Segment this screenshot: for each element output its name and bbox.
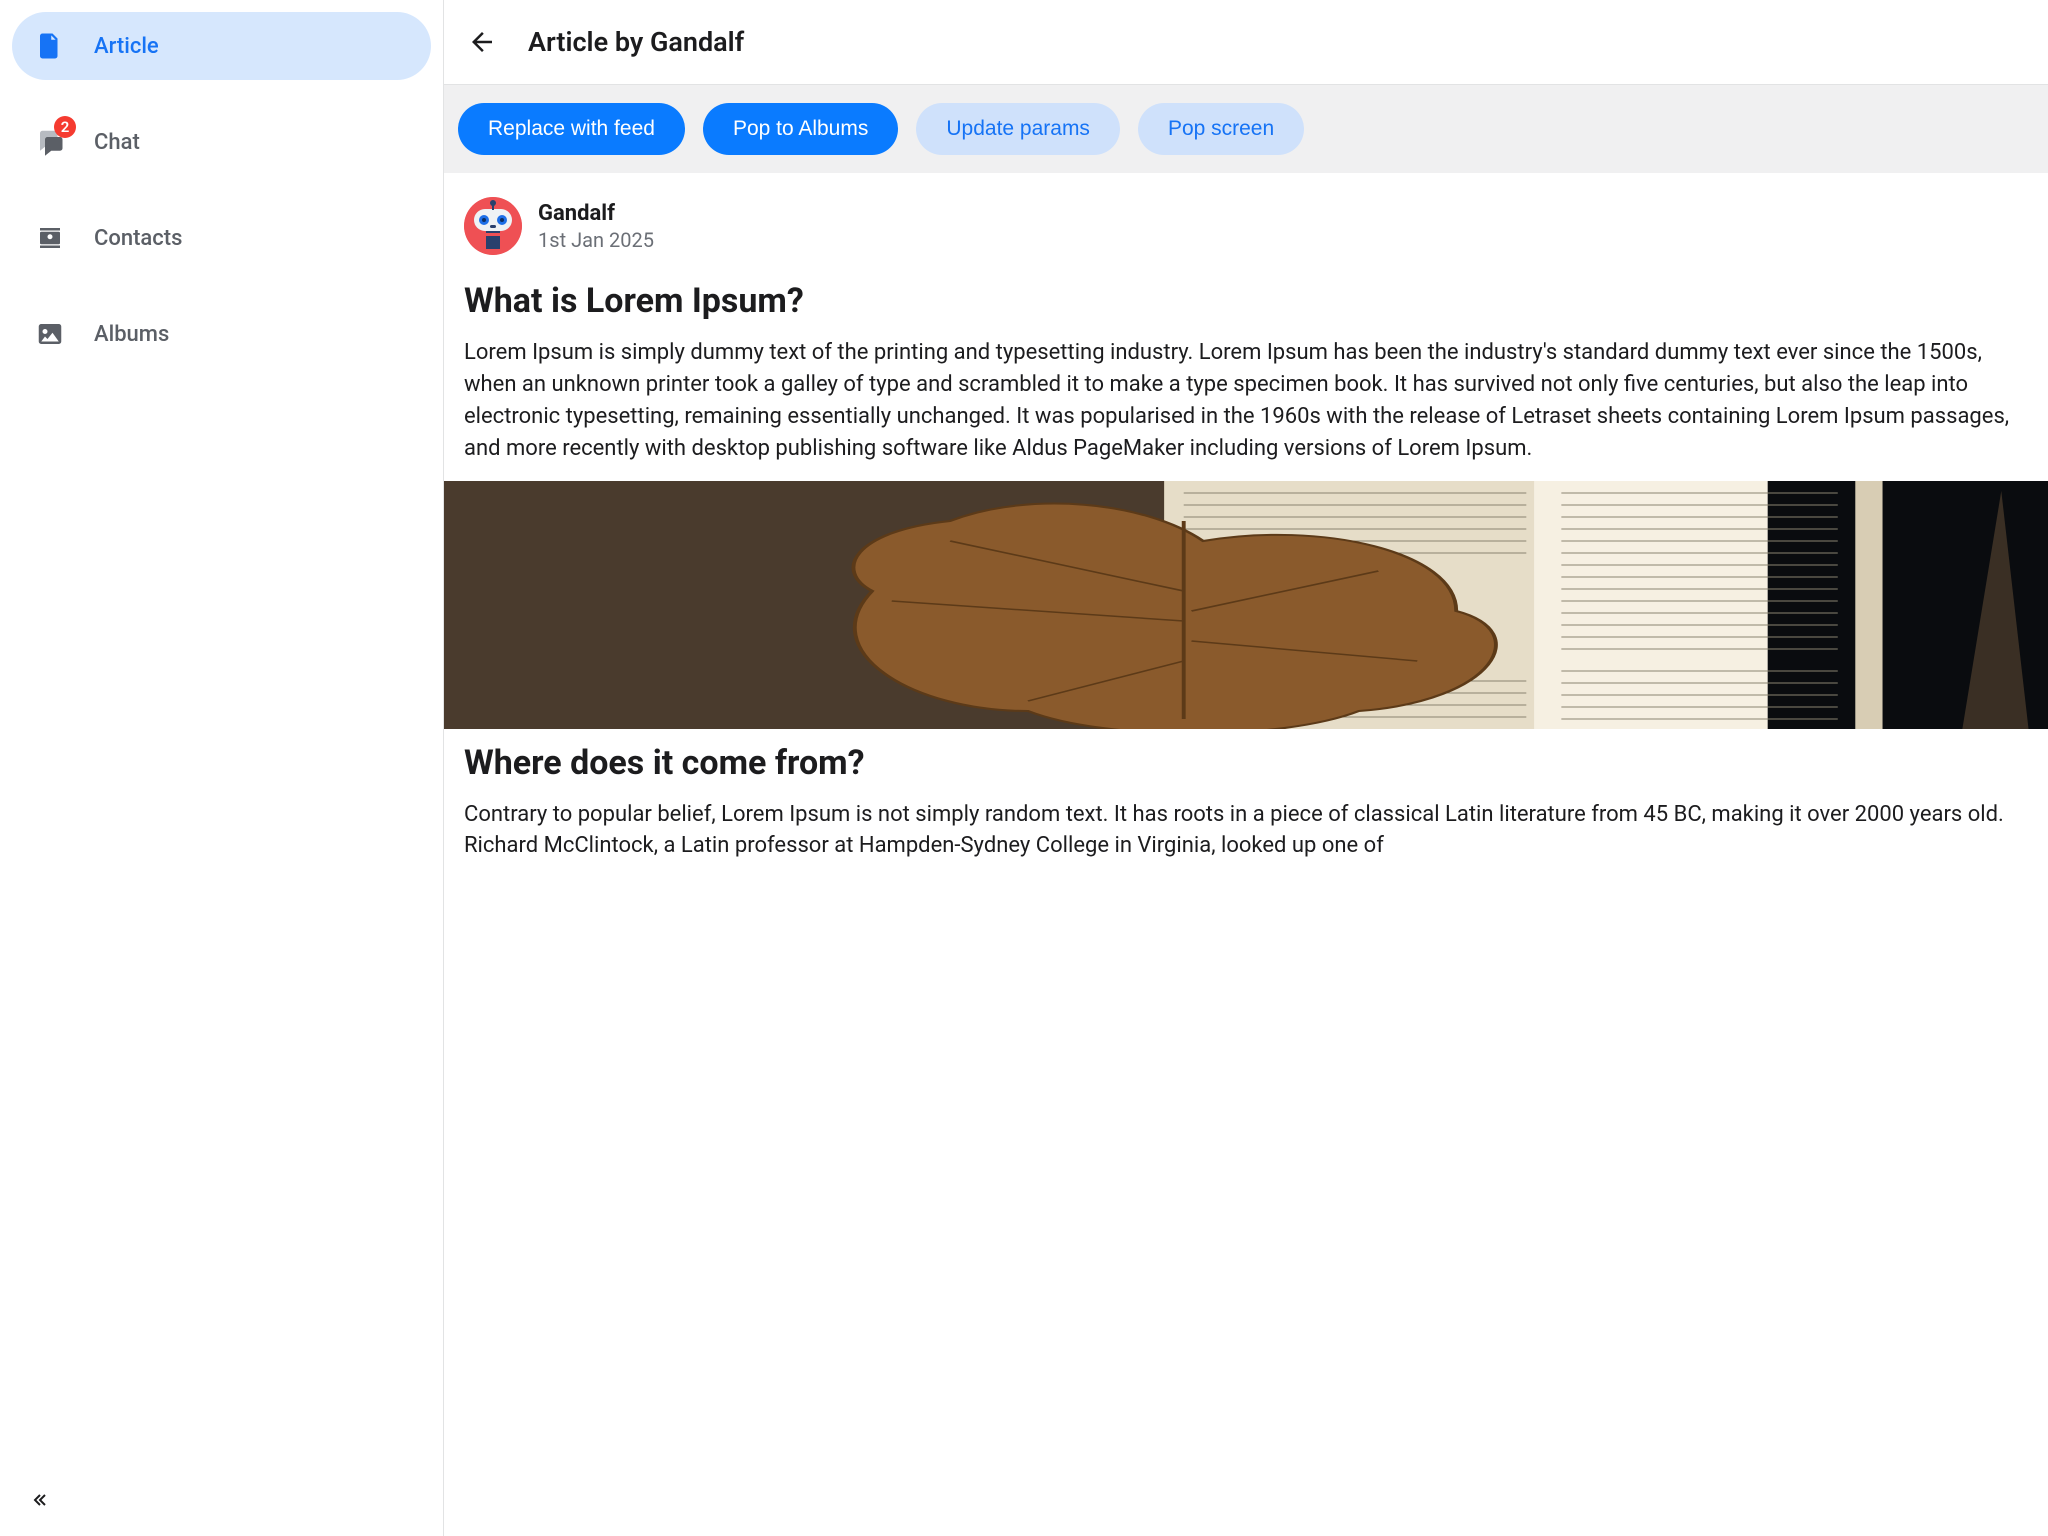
pop-to-albums-button[interactable]: Pop to Albums	[703, 103, 898, 155]
page-title: Article by Gandalf	[528, 26, 744, 58]
chat-badge: 2	[54, 116, 76, 138]
author-name: Gandalf	[538, 201, 654, 226]
sidebar-item-label: Article	[94, 34, 159, 59]
sidebar-item-label: Chat	[94, 130, 140, 155]
sidebar-items: Article 2 Chat Contacts Albums	[12, 12, 431, 368]
section-body: Contrary to popular belief, Lorem Ipsum …	[444, 793, 2048, 879]
sidebar-item-label: Albums	[94, 322, 169, 347]
chat-icon: 2	[34, 126, 66, 158]
section-heading: What is Lorem Ipsum?	[444, 267, 2048, 331]
section-heading: Where does it come from?	[444, 729, 2048, 793]
author-avatar	[464, 197, 522, 255]
pop-screen-button[interactable]: Pop screen	[1138, 103, 1304, 155]
section-body: Lorem Ipsum is simply dummy text of the …	[444, 331, 2048, 481]
sidebar-item-chat[interactable]: 2 Chat	[12, 108, 431, 176]
topbar: Article by Gandalf	[444, 0, 2048, 85]
contact-icon	[34, 222, 66, 254]
article-scroll[interactable]: Gandalf 1st Jan 2025 What is Lorem Ipsum…	[444, 173, 2048, 1536]
author-date: 1st Jan 2025	[538, 228, 654, 252]
document-icon	[34, 30, 66, 62]
article-image	[444, 481, 2048, 729]
sidebar-item-contacts[interactable]: Contacts	[12, 204, 431, 272]
replace-with-feed-button[interactable]: Replace with feed	[458, 103, 685, 155]
sidebar-item-article[interactable]: Article	[12, 12, 431, 80]
main: Article by Gandalf Replace with feed Pop…	[444, 0, 2048, 1536]
toolbar: Replace with feed Pop to Albums Update p…	[444, 85, 2048, 173]
author-meta: Gandalf 1st Jan 2025	[538, 201, 654, 252]
update-params-button[interactable]: Update params	[916, 103, 1120, 155]
image-icon	[34, 318, 66, 350]
author-row: Gandalf 1st Jan 2025	[444, 197, 2048, 267]
sidebar: Article 2 Chat Contacts Albums	[0, 0, 444, 1536]
sidebar-item-albums[interactable]: Albums	[12, 300, 431, 368]
back-button[interactable]	[464, 24, 500, 60]
collapse-sidebar-button[interactable]	[24, 1482, 60, 1518]
sidebar-item-label: Contacts	[94, 226, 182, 251]
